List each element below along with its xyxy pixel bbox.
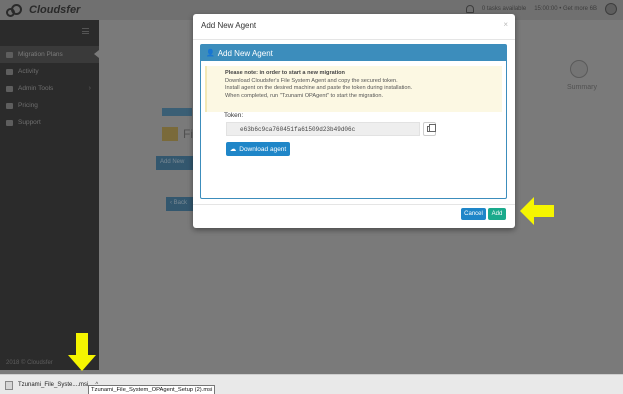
sidebar-item-activity[interactable]: Activity	[0, 63, 99, 80]
dialog-footer-divider	[193, 204, 515, 205]
arrow-left-icon	[520, 197, 554, 225]
source-tag	[162, 108, 192, 116]
users-icon	[6, 85, 13, 92]
close-icon[interactable]: ×	[503, 20, 508, 29]
token-label: Token:	[224, 112, 244, 119]
add-new-button[interactable]: Add New	[156, 156, 196, 170]
folder-icon	[162, 127, 178, 141]
dialog-title: Add New Agent	[201, 21, 257, 30]
back-button[interactable]: ‹ Back	[166, 197, 194, 211]
dialog-header: Add New Agent ×	[193, 14, 515, 40]
panel-title: Add New Agent	[217, 48, 273, 58]
add-button[interactable]: Add	[488, 208, 506, 220]
summary-step-label: Summary	[567, 84, 597, 91]
cancel-button[interactable]: Cancel	[461, 208, 486, 220]
file-icon	[5, 380, 13, 390]
note-line: Download Cloudsfer's File System Agent a…	[225, 77, 398, 84]
cloud-icon	[6, 51, 13, 58]
add-agent-dialog: Add New Agent × 👤 Add New Agent Please n…	[193, 14, 515, 228]
download-agent-label: Download agent	[239, 145, 287, 153]
sidebar-item-migration-plans[interactable]: Migration Plans	[0, 46, 99, 63]
arrow-down-icon	[68, 333, 96, 371]
instructions-note: Please note: in order to start a new mig…	[205, 66, 502, 112]
cloud-logo-icon	[6, 3, 26, 17]
menu-icon[interactable]	[82, 28, 89, 34]
bell-icon[interactable]	[465, 5, 474, 13]
help-icon	[6, 119, 13, 126]
sidebar-nav: Migration Plans Activity Admin Tools › P…	[0, 46, 99, 131]
sidebar-item-label: Activity	[18, 68, 39, 75]
sidebar-item-pricing[interactable]: Pricing	[0, 97, 99, 114]
copy-icon	[427, 124, 436, 132]
sidebar-item-label: Migration Plans	[18, 51, 63, 58]
summary-step-icon	[570, 60, 588, 78]
user-plus-icon: 👤	[206, 50, 215, 57]
download-agent-button[interactable]: ☁ Download agent	[226, 142, 290, 156]
panel-header: 👤 Add New Agent	[201, 45, 506, 61]
sidebar-item-support[interactable]: Support	[0, 114, 99, 131]
download-file-label: Tzunami_File_Syste....msi	[18, 382, 89, 388]
sidebar-item-label: Support	[18, 119, 41, 126]
note-line: When completed, run "Tzunami OPAgent" to…	[225, 93, 384, 100]
sidebar: Migration Plans Activity Admin Tools › P…	[0, 20, 99, 370]
sidebar-item-label: Pricing	[18, 102, 38, 109]
cloud-download-icon: ☁	[229, 146, 237, 153]
logo-text: Cloudsfer	[29, 4, 81, 16]
note-line: Install agent on the desired machine and…	[225, 85, 413, 92]
token-field[interactable]: e63b6c9ca760451fa61509d23b49d06c	[226, 122, 420, 136]
copyright: 2018 © Cloudsfer	[6, 360, 53, 366]
download-tooltip: Tzunami_File_System_OPAgent_Setup (2).ms…	[88, 385, 216, 394]
user-status[interactable]: 15:00:00 • Get more 6B	[534, 6, 597, 12]
avatar[interactable]	[605, 3, 617, 15]
chart-icon	[6, 68, 13, 75]
sidebar-item-label: Admin Tools	[18, 85, 54, 92]
download-item[interactable]: Tzunami_File_Syste....msi ^	[5, 378, 98, 392]
logo[interactable]: Cloudsfer	[6, 2, 80, 18]
page-title: Fi	[183, 127, 193, 141]
tasks-status: 0 tasks available	[481, 6, 527, 12]
chevron-right-icon: ›	[88, 85, 91, 92]
dollar-icon	[6, 102, 13, 109]
note-heading: Please note: in order to start a new mig…	[225, 70, 345, 76]
copy-token-button[interactable]	[423, 122, 436, 136]
sidebar-item-admin-tools[interactable]: Admin Tools ›	[0, 80, 99, 97]
